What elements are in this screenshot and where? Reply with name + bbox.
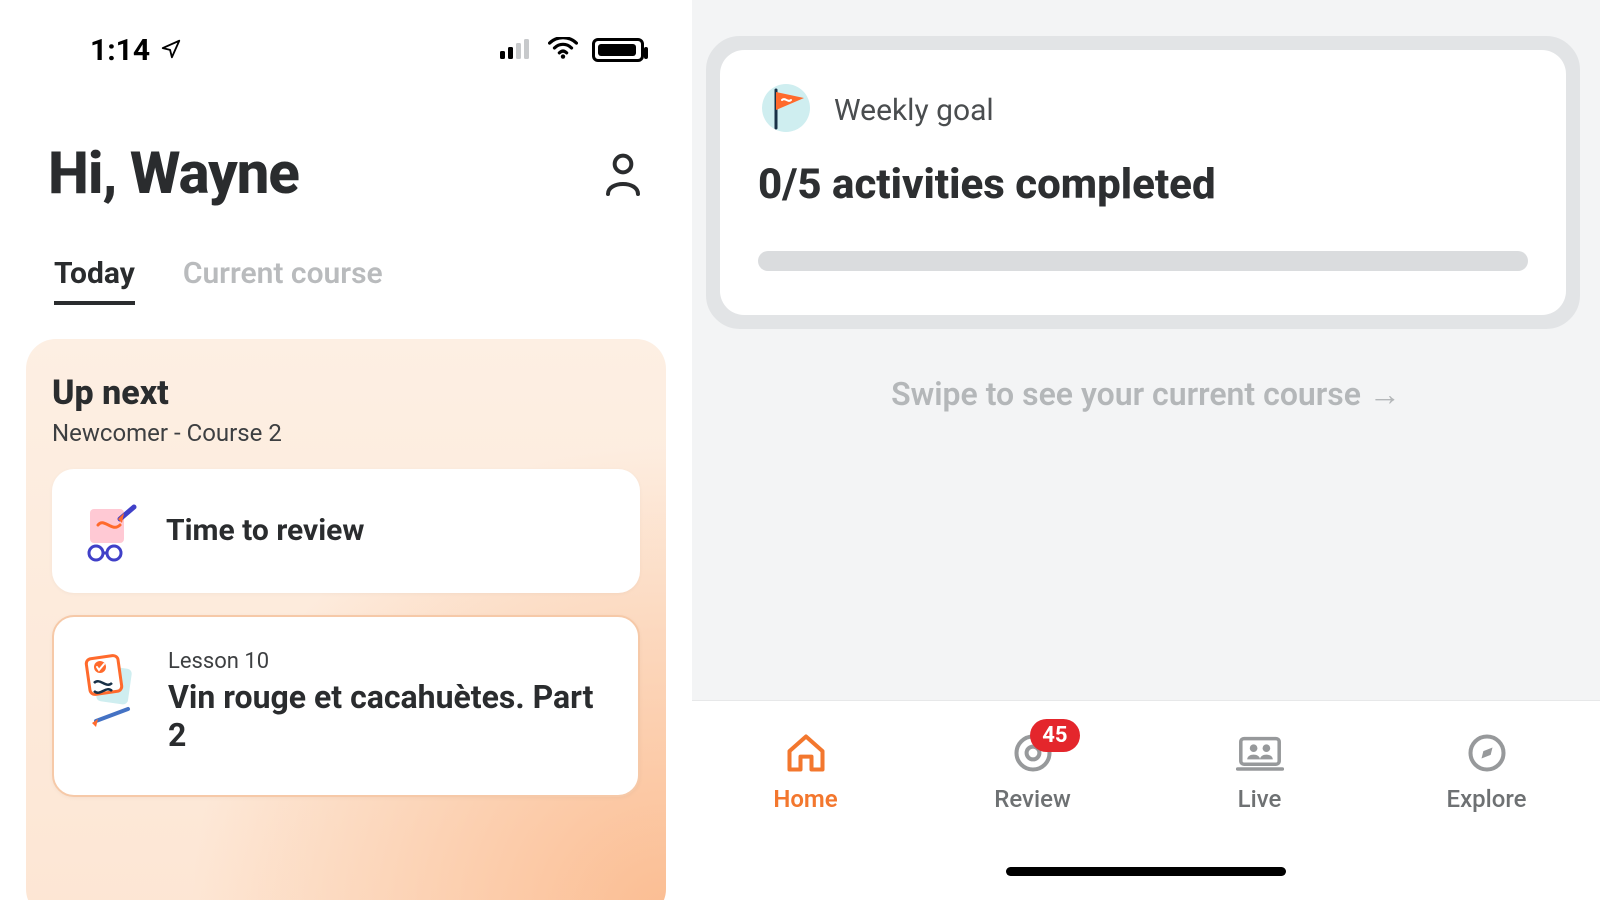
tab-current-course[interactable]: Current course	[183, 256, 383, 305]
wifi-icon	[548, 37, 578, 63]
lesson-title: Time to review	[166, 513, 364, 549]
weekly-goal-text: 0/5 activities completed	[758, 160, 1528, 209]
review-badge: 45	[1030, 719, 1079, 752]
live-class-icon	[1236, 729, 1284, 777]
compass-icon	[1463, 729, 1511, 777]
status-bar: 1:14	[0, 0, 692, 100]
swipe-hint: Swipe to see your current course →	[692, 375, 1600, 413]
clock-time: 1:14	[90, 33, 150, 68]
tab-live[interactable]: Live	[1185, 729, 1335, 813]
up-next-subtitle: Newcomer - Course 2	[52, 419, 640, 447]
review-notes-icon	[76, 495, 148, 567]
tab-today[interactable]: Today	[54, 256, 135, 305]
lesson-kicker: Lesson 10	[168, 649, 614, 674]
home-icon	[782, 729, 830, 777]
home-screen: 1:14	[0, 0, 692, 900]
lesson-notes-icon	[78, 649, 150, 721]
cellular-signal-icon	[500, 37, 534, 63]
battery-icon	[592, 38, 644, 62]
card-time-to-review[interactable]: Time to review	[52, 469, 640, 593]
weekly-goal-progress	[758, 251, 1528, 271]
tab-label: Explore	[1447, 785, 1527, 813]
status-time-group: 1:14	[90, 33, 182, 68]
secondary-screen: Weekly goal 0/5 activities completed Swi…	[692, 0, 1600, 900]
card-lesson-10[interactable]: Lesson 10 Vin rouge et cacahuètes. Part …	[52, 615, 640, 797]
top-tabs: Today Current course	[0, 208, 692, 305]
up-next-heading: Up next	[52, 373, 640, 413]
greeting-title: Hi, Wayne	[48, 140, 299, 208]
lesson-title: Vin rouge et cacahuètes. Part 2	[168, 678, 614, 755]
home-indicator	[1006, 867, 1286, 876]
tab-label: Live	[1238, 785, 1282, 813]
tab-review[interactable]: 45 Review	[958, 729, 1108, 813]
profile-button[interactable]	[602, 153, 644, 195]
tab-home[interactable]: Home	[731, 729, 881, 813]
weekly-goal-label: Weekly goal	[834, 93, 994, 128]
weekly-goal-wrap: Weekly goal 0/5 activities completed	[706, 36, 1580, 329]
status-icons	[500, 37, 644, 63]
tab-label: Review	[994, 785, 1071, 813]
person-icon	[603, 152, 643, 196]
up-next-panel: Up next Newcomer - Course 2 Time to	[26, 339, 666, 900]
bottom-tab-bar: Home 45 Review	[692, 700, 1600, 900]
tab-explore[interactable]: Explore	[1412, 729, 1562, 813]
location-arrow-icon	[160, 33, 182, 68]
weekly-goal-card[interactable]: Weekly goal 0/5 activities completed	[720, 50, 1566, 315]
tab-label: Home	[773, 785, 837, 813]
flag-icon	[758, 80, 814, 140]
